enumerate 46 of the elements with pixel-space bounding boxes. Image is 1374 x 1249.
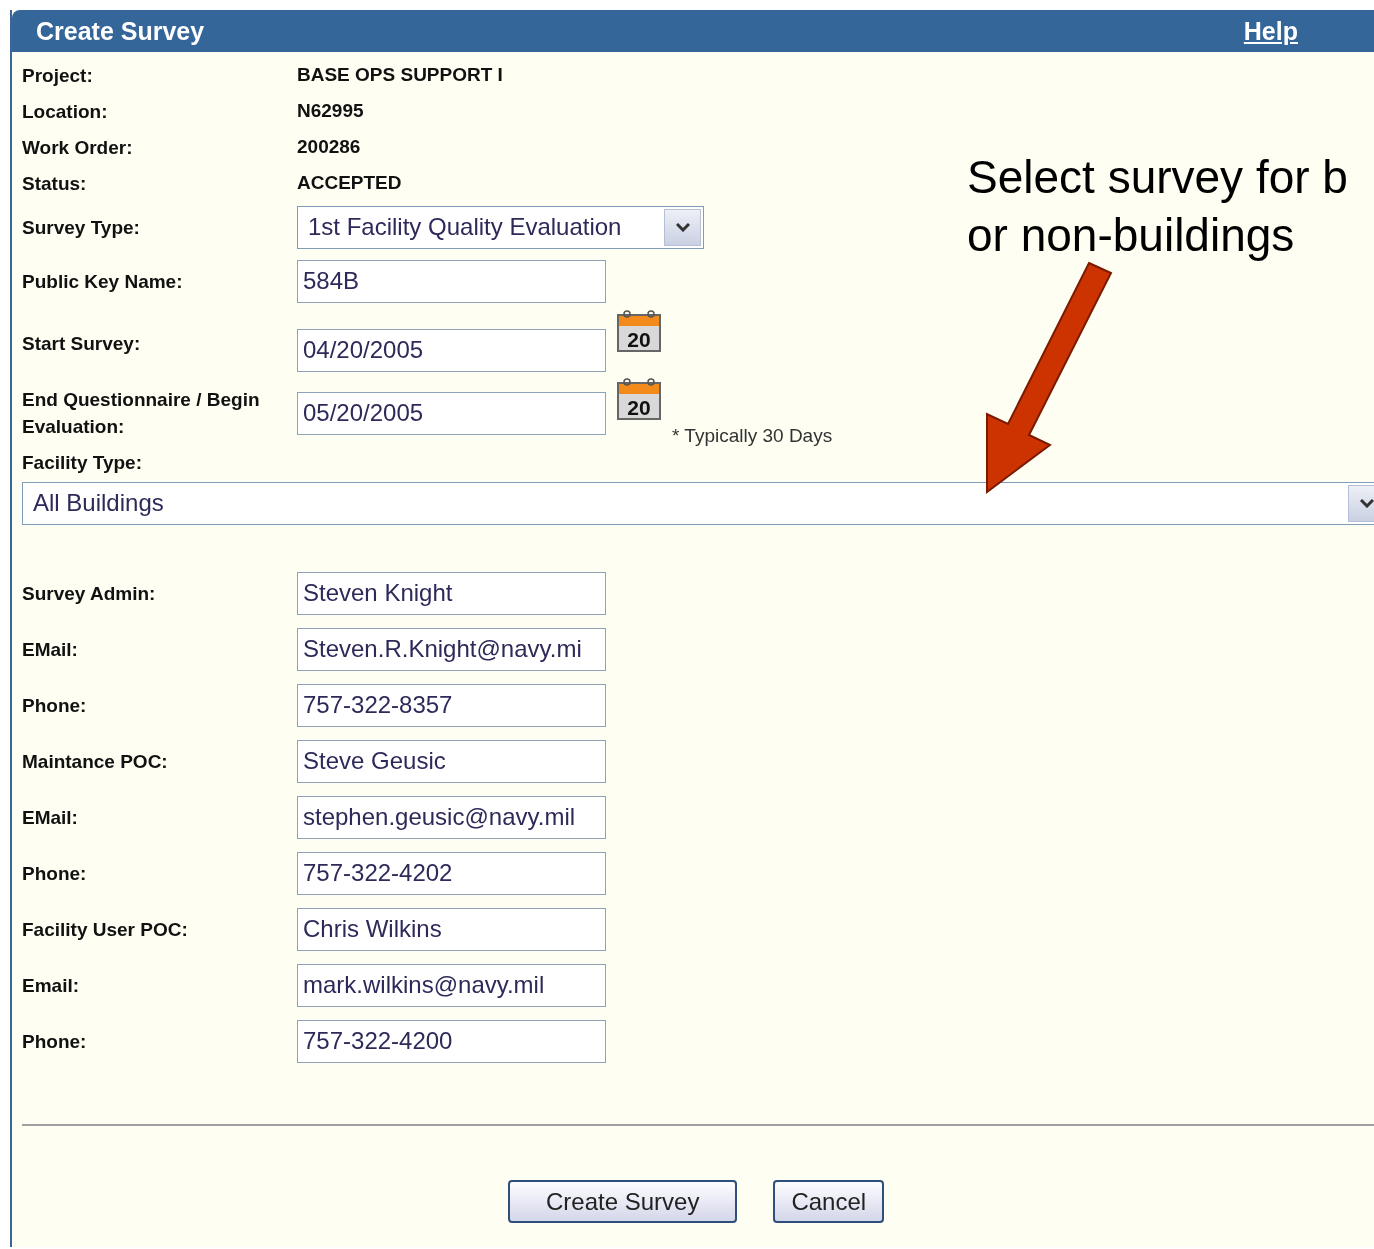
field-value: N62995 — [297, 100, 364, 122]
field-value: ACCEPTED — [297, 172, 402, 194]
input-field[interactable]: 757-322-8357 — [297, 683, 606, 727]
input-field[interactable]: 757-322-4202 — [297, 851, 606, 895]
hint-text: * Typically 30 Days — [672, 425, 833, 447]
field-label: Work Order: — [22, 135, 134, 160]
field-label: Location: — [22, 99, 109, 124]
field-label: Survey Type: — [22, 215, 141, 240]
field-label: Project: — [22, 63, 94, 88]
annotation-text: Select survey for b or non-buildings — [967, 150, 1348, 263]
cancel-button[interactable]: Cancel — [773, 1180, 885, 1223]
input-field[interactable]: 757-322-4200 — [297, 1019, 606, 1063]
panel-title: Create Survey — [36, 16, 205, 46]
field-label: Phone: — [22, 1029, 88, 1054]
input-field[interactable]: 584B — [297, 259, 606, 303]
dropdown-button[interactable] — [1348, 484, 1374, 522]
field-label: Email: — [22, 973, 81, 998]
input-field[interactable]: Steve Geusic — [297, 739, 606, 783]
help-link[interactable]: Help — [1243, 16, 1298, 46]
field-label: Maintance POC: — [22, 749, 169, 774]
field-label: Facility User POC: — [22, 917, 189, 942]
survey-type-select[interactable]: 1st Facility Quality Evaluation — [297, 205, 704, 249]
input-field[interactable]: stephen.geusic@navy.mil — [297, 795, 606, 839]
field-value: BASE OPS SUPPORT I — [297, 64, 503, 86]
dropdown-button[interactable] — [664, 208, 701, 246]
input-field[interactable]: mark.wilkins@navy.mil — [297, 963, 606, 1007]
input-field[interactable]: Steven.R.Knight@navy.mi — [297, 627, 606, 671]
field-label: Facility Type: — [22, 451, 143, 475]
field-label: Phone: — [22, 693, 88, 718]
field-label: Survey Admin: — [22, 581, 157, 606]
field-label: Phone: — [22, 861, 88, 886]
facility-type-select[interactable]: All Buildings — [22, 481, 1374, 525]
input-field[interactable]: Steven Knight — [297, 571, 606, 615]
chevron-down-icon — [675, 222, 690, 232]
field-label: Public Key Name: — [22, 269, 184, 294]
field-label: End Questionnaire / Begin Evaluation: — [22, 388, 261, 439]
field-value: 200286 — [297, 136, 361, 158]
field-label: Start Survey: — [22, 331, 142, 356]
date-field[interactable]: 05/20/2005 — [297, 391, 606, 435]
date-field[interactable]: 04/20/2005 — [297, 328, 606, 372]
field-label: Status: — [22, 171, 88, 196]
input-field[interactable]: Chris Wilkins — [297, 907, 606, 951]
field-label: EMail: — [22, 805, 79, 830]
create-button[interactable]: Create Survey — [508, 1180, 738, 1223]
field-label: EMail: — [22, 637, 79, 662]
chevron-down-icon — [1359, 498, 1374, 508]
